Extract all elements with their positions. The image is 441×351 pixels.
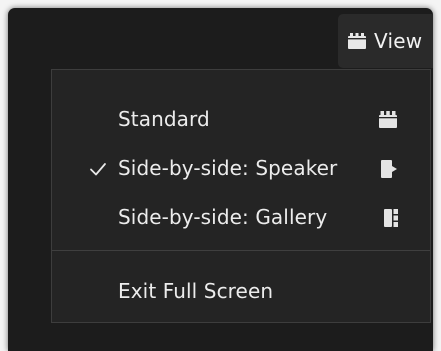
menu-divider — [52, 250, 430, 251]
menu-item-side-by-side-gallery[interactable]: Side-by-side: Gallery — [52, 198, 430, 238]
app-window: View Standard Side-by-side: Speaker Side… — [8, 8, 433, 351]
checkmark-icon — [89, 159, 107, 179]
view-menu: Standard Side-by-side: Speaker Side-by-s… — [51, 69, 431, 323]
view-button[interactable]: View — [338, 14, 433, 68]
side-by-side-speaker-icon — [381, 160, 401, 182]
menu-item-label: Side-by-side: Speaker — [118, 156, 338, 180]
side-by-side-gallery-icon — [384, 209, 398, 231]
view-button-label: View — [374, 29, 423, 53]
menu-item-label: Exit Full Screen — [118, 279, 274, 303]
standard-layout-icon — [379, 111, 397, 132]
menu-item-label: Side-by-side: Gallery — [118, 205, 328, 229]
menu-item-side-by-side-speaker[interactable]: Side-by-side: Speaker — [52, 149, 430, 189]
menu-item-exit-full-screen[interactable]: Exit Full Screen — [52, 272, 430, 312]
layout-grid-icon — [348, 33, 366, 49]
menu-item-standard[interactable]: Standard — [52, 100, 430, 140]
menu-item-label: Standard — [118, 107, 210, 131]
